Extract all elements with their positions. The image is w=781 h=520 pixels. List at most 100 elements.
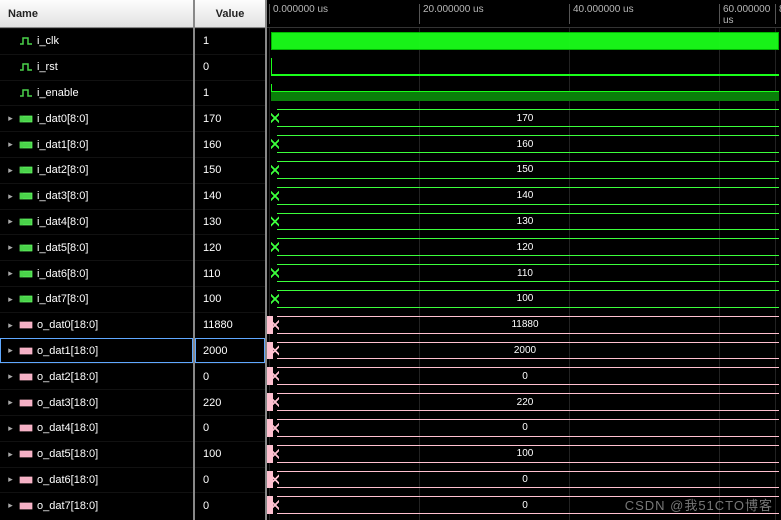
waveform-row[interactable]: 150 [267,157,781,183]
signal-name-row[interactable]: ▸ i_dat7[8:0] [0,286,193,312]
signal-name-row[interactable]: ▸ i_dat3[8:0] [0,183,193,209]
signal-name-row[interactable]: ▸o_dat3[18:0] [0,389,193,415]
signal-name: o_dat4[18:0] [37,422,98,434]
waveform-row[interactable] [267,28,781,54]
signal-type-icon [19,217,33,227]
signal-name-row[interactable]: i_enable [0,80,193,106]
waveform-row[interactable]: 0 [267,492,781,518]
value-header[interactable]: Value [195,0,265,28]
waveform-row[interactable]: 140 [267,183,781,209]
signal-name: i_dat2[8:0] [37,164,88,176]
waveform-row[interactable] [267,54,781,80]
signal-name-row[interactable]: ▸i_dat5[8:0] [0,234,193,260]
signal-value-row[interactable]: 100 [195,441,265,467]
waveform-row[interactable] [267,80,781,106]
bus-wave: 11880 [271,316,779,334]
signal-value: 2000 [203,345,227,357]
signal-name-row[interactable]: ▸ i_dat4[8:0] [0,209,193,235]
signal-name: o_dat7[18:0] [37,500,98,512]
signal-value-row[interactable]: 130 [195,209,265,235]
signal-value-row[interactable]: 120 [195,234,265,260]
waveform-row[interactable]: 0 [267,415,781,441]
expand-icon[interactable]: ▸ [6,500,15,511]
signal-type-icon [19,36,33,46]
name-header[interactable]: Name [0,0,193,28]
expand-icon[interactable]: ▸ [6,216,15,227]
waveform-row[interactable]: 160 [267,131,781,157]
expand-icon[interactable]: ▸ [6,139,15,150]
signal-value-row[interactable]: 110 [195,260,265,286]
waveform-row[interactable]: 0 [267,363,781,389]
signal-value: 150 [203,164,221,176]
signal-value-row[interactable]: 2000 [195,338,265,364]
signal-name-row[interactable]: ▸o_dat6[18:0] [0,467,193,493]
signal-name: i_dat4[8:0] [37,216,88,228]
signal-name-row[interactable]: ▸ i_dat2[8:0] [0,157,193,183]
waveform-row[interactable]: 130 [267,209,781,235]
waveform-row[interactable]: 0 [267,467,781,493]
signal-name-row[interactable]: ▸ o_dat2[18:0] [0,363,193,389]
signal-value-row[interactable]: 11880 [195,312,265,338]
signal-name-row[interactable]: ▸o_dat0[18:0] [0,312,193,338]
signal-name-row[interactable]: ▸o_dat1[18:0] [0,338,193,364]
expand-icon[interactable]: ▸ [6,113,15,124]
expand-icon[interactable]: ▸ [6,449,15,460]
waveform-row[interactable]: 100 [267,441,781,467]
expand-icon[interactable]: ▸ [6,165,15,176]
expand-icon[interactable]: ▸ [6,242,15,253]
bus-value-label: 220 [271,393,779,411]
expand-icon[interactable]: ▸ [6,191,15,202]
waveform-row[interactable]: 170 [267,105,781,131]
signal-name: i_dat3[8:0] [37,190,88,202]
expand-icon[interactable]: ▸ [6,423,15,434]
signal-type-icon [19,140,33,150]
signal-name-row[interactable]: ▸ o_dat4[18:0] [0,415,193,441]
time-tick: 60.000000 us [719,4,781,24]
signal-name-row[interactable]: i_rst [0,54,193,80]
expand-icon[interactable]: ▸ [6,345,15,356]
waveform-row[interactable]: 100 [267,286,781,312]
expand-icon[interactable]: ▸ [6,268,15,279]
signal-value-row[interactable]: 0 [195,54,265,80]
expand-icon[interactable]: ▸ [6,294,15,305]
signal-value-row[interactable]: 0 [195,467,265,493]
signal-value-row[interactable]: 140 [195,183,265,209]
bus-value-label: 140 [271,187,779,205]
signal-name-row[interactable]: ▸o_dat5[18:0] [0,441,193,467]
signal-name: i_enable [37,87,79,99]
signal-value-row[interactable]: 1 [195,80,265,106]
waveform-row[interactable]: 11880 [267,312,781,338]
signal-value: 110 [203,268,221,280]
time-ruler[interactable]: 0.000000 us20.000000 us40.000000 us60.00… [267,0,781,28]
expand-icon[interactable]: ▸ [6,474,15,485]
signal-name: i_dat7[8:0] [37,293,88,305]
waveform-column[interactable]: 0.000000 us20.000000 us40.000000 us60.00… [267,0,781,520]
signal-name-row[interactable]: ▸ i_dat6[8:0] [0,260,193,286]
waveform-row[interactable]: 220 [267,389,781,415]
expand-icon[interactable]: ▸ [6,397,15,408]
signal-name-row[interactable]: i_clk [0,28,193,54]
signal-value: 1 [203,87,209,99]
expand-icon[interactable]: ▸ [6,320,15,331]
signal-name-row[interactable]: ▸i_dat0[8:0] [0,105,193,131]
signal-value-row[interactable]: 220 [195,389,265,415]
signal-name-row[interactable]: ▸ o_dat7[18:0] [0,492,193,518]
signal-value-row[interactable]: 0 [195,363,265,389]
signal-value-row[interactable]: 170 [195,105,265,131]
signal-name: o_dat2[18:0] [37,371,98,383]
signal-value-row[interactable]: 160 [195,131,265,157]
signal-value-row[interactable]: 100 [195,286,265,312]
bus-value-label: 11880 [271,316,779,334]
name-column: Name i_clki_rsti_enable▸i_dat0[8:0]▸i_da… [0,0,195,520]
waveform-row[interactable]: 110 [267,260,781,286]
signal-name: i_dat6[8:0] [37,268,88,280]
signal-value-row[interactable]: 1 [195,28,265,54]
signal-value-row[interactable]: 150 [195,157,265,183]
waveform-row[interactable]: 2000 [267,338,781,364]
waveform-row[interactable]: 120 [267,234,781,260]
signal-value-row[interactable]: 0 [195,492,265,518]
signal-value-row[interactable]: 0 [195,415,265,441]
expand-icon[interactable]: ▸ [6,371,15,382]
waveform-viewer: Name i_clki_rsti_enable▸i_dat0[8:0]▸i_da… [0,0,781,520]
signal-name-row[interactable]: ▸i_dat1[8:0] [0,131,193,157]
